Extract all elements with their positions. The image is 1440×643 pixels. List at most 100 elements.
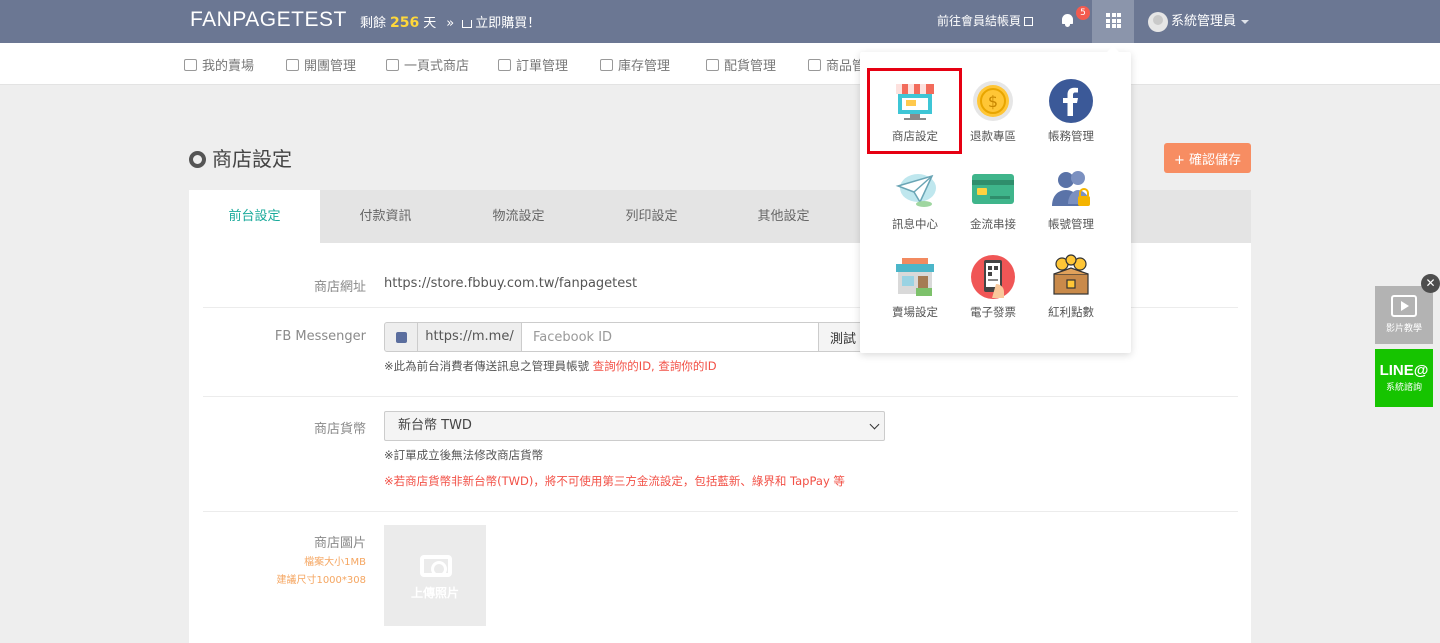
app-label: 帳務管理: [1048, 129, 1094, 143]
tab-logistics-settings[interactable]: 物流設定: [453, 190, 584, 243]
app-account-management[interactable]: 帳號管理: [1032, 166, 1110, 232]
store-url-label: 商店網址: [313, 280, 366, 295]
currency-select[interactable]: 新台幣 TWD: [384, 411, 885, 441]
app-label: 金流串接: [970, 217, 1016, 231]
app-label: 紅利點數: [1048, 305, 1094, 319]
app-label: 賣場設定: [892, 305, 938, 319]
apps-dropdown: 商店設定 $ 退款專區 帳務管理 訊息中心 金流串接 帳號管理 賣場設定 電子發…: [860, 46, 1131, 353]
app-label: 訊息中心: [892, 217, 938, 231]
brand-logo[interactable]: FANPAGETEST: [190, 8, 347, 32]
tab-storefront-settings[interactable]: 前台設定: [189, 190, 320, 243]
subnav-one-page-store[interactable]: 一頁式商店: [386, 55, 469, 74]
subnav-label: 一頁式商店: [404, 59, 470, 74]
app-store-settings[interactable]: 商店設定: [876, 78, 954, 144]
shop-building-icon: [892, 254, 938, 300]
subnav-group-buy[interactable]: 開團管理: [286, 55, 356, 74]
external-link-icon: [1024, 17, 1034, 26]
divider: [203, 511, 1238, 512]
subnav-inventory[interactable]: 庫存管理: [600, 55, 670, 74]
tab-other-settings[interactable]: 其他設定: [718, 190, 849, 243]
archive-icon: [808, 59, 821, 71]
buy-now-link[interactable]: 立即購買！: [462, 16, 540, 31]
app-bonus-points[interactable]: 紅利點數: [1032, 254, 1110, 320]
member-checkout-label: 前往會員結帳頁: [937, 14, 1022, 28]
user-menu[interactable]: 系統管理員: [1148, 10, 1250, 32]
subnav-label: 庫存管理: [618, 59, 671, 74]
video-tutorial-button[interactable]: 影片教學: [1375, 286, 1433, 344]
app-payment-integration[interactable]: 金流串接: [954, 166, 1032, 232]
app-label: 電子發票: [970, 305, 1016, 319]
avatar: [1148, 11, 1168, 32]
line-subtitle: 系統諮詢: [1385, 383, 1422, 393]
image-dimension-note: 建議尺寸1000*308: [276, 575, 366, 586]
app-label: 商店設定: [892, 129, 938, 143]
app-e-invoice[interactable]: 電子發票: [954, 254, 1032, 320]
currency-warning: ※若商店貨幣非新台幣(TWD)，將不可使用第三方金流設定，包括藍新、綠界和 Ta…: [384, 474, 845, 488]
messenger-prefix: https://m.me/: [418, 322, 522, 352]
users-lock-icon: [1048, 166, 1094, 212]
upload-photo-button[interactable]: 上傳照片: [384, 525, 486, 626]
app-message-center[interactable]: 訊息中心: [876, 166, 954, 232]
page-title-text: 商店設定: [212, 147, 292, 171]
grid-icon: [1106, 13, 1121, 28]
messenger-input-group: https://m.me/ 測試: [384, 322, 869, 352]
currency-note: ※訂單成立後無法修改商店貨幣: [384, 448, 544, 462]
buy-now-label: 立即購買！: [475, 16, 541, 31]
close-icon[interactable]: ✕: [1421, 274, 1440, 293]
divider: [203, 396, 1238, 397]
tab-payment-info[interactable]: 付款資訊: [320, 190, 451, 243]
coin-icon: $: [970, 78, 1016, 124]
treasure-coins-icon: [1048, 254, 1094, 300]
remain-prefix: 剩餘: [360, 16, 387, 31]
cart-icon: [462, 19, 473, 28]
video-tutorial-label: 影片教學: [1385, 324, 1422, 334]
plus-icon: +: [1173, 152, 1185, 168]
tab-print-settings[interactable]: 列印設定: [586, 190, 717, 243]
line-support-button[interactable]: LINE@ 系統諮詢: [1375, 349, 1433, 407]
file-icon: [386, 59, 399, 71]
upload-photo-label: 上傳照片: [410, 586, 459, 600]
line-title: LINE@: [1379, 362, 1429, 379]
apps-menu-button[interactable]: [1092, 0, 1134, 43]
svg-text:$: $: [988, 92, 998, 111]
chevron-down-icon: [869, 419, 880, 430]
paper-plane-icon: [892, 166, 938, 212]
app-label: 退款專區: [970, 129, 1016, 143]
messenger-note: ※此為前台消費者傳送訊息之管理員帳號 查詢你的ID, 查詢你的ID: [384, 358, 717, 374]
subnav-orders[interactable]: 訂單管理: [498, 55, 568, 74]
video-icon: [1391, 295, 1417, 317]
subnav-products[interactable]: 商品管: [808, 55, 865, 74]
facebook-id-input[interactable]: [522, 322, 819, 352]
notification-badge: 5: [1076, 6, 1090, 20]
storefront-icon: [892, 78, 938, 124]
messenger-note-text: ※此為前台消費者傳送訊息之管理員帳號: [384, 359, 590, 373]
subnav-my-store[interactable]: 我的賣場: [184, 55, 254, 74]
subnav-label: 我的賣場: [202, 59, 255, 74]
messenger-label: FB Messenger: [274, 329, 366, 344]
app-store-front-settings[interactable]: 賣場設定: [876, 254, 954, 320]
store-image-label: 商店圖片: [313, 536, 366, 551]
camera-icon: [420, 555, 452, 577]
currency-selected-value: 新台幣 TWD: [398, 418, 472, 433]
facebook-circle-icon: [1048, 78, 1094, 124]
caret-down-icon: [1241, 19, 1250, 24]
secondary-nav: 我的賣場 開團管理 一頁式商店 訂單管理 庫存管理 配貨管理 商品管: [0, 43, 1440, 85]
app-label: 帳號管理: [1048, 217, 1094, 231]
arrow-icon: »: [446, 16, 455, 31]
page-title: 商店設定: [189, 143, 292, 172]
lookup-id-link[interactable]: 查詢你的ID, 查詢你的ID: [593, 359, 717, 373]
store-icon: [184, 59, 197, 71]
subnav-shipping[interactable]: 配貨管理: [706, 55, 776, 74]
confirm-save-button[interactable]: + 確認儲存: [1164, 143, 1251, 173]
cubes-icon: [600, 59, 613, 71]
app-accounting[interactable]: 帳務管理: [1032, 78, 1110, 144]
remain-suffix: 天: [423, 16, 437, 31]
gear-icon: [189, 151, 206, 168]
remaining-days: 剩餘 256 天 » 立即購買！: [360, 12, 540, 31]
bell-icon[interactable]: [1061, 13, 1074, 27]
app-refund-area[interactable]: $ 退款專區: [954, 78, 1032, 144]
member-checkout-link[interactable]: 前往會員結帳頁: [937, 12, 1034, 29]
user-name: 系統管理員: [1171, 14, 1237, 29]
subnav-label: 開團管理: [304, 59, 357, 74]
list-icon: [498, 59, 511, 71]
